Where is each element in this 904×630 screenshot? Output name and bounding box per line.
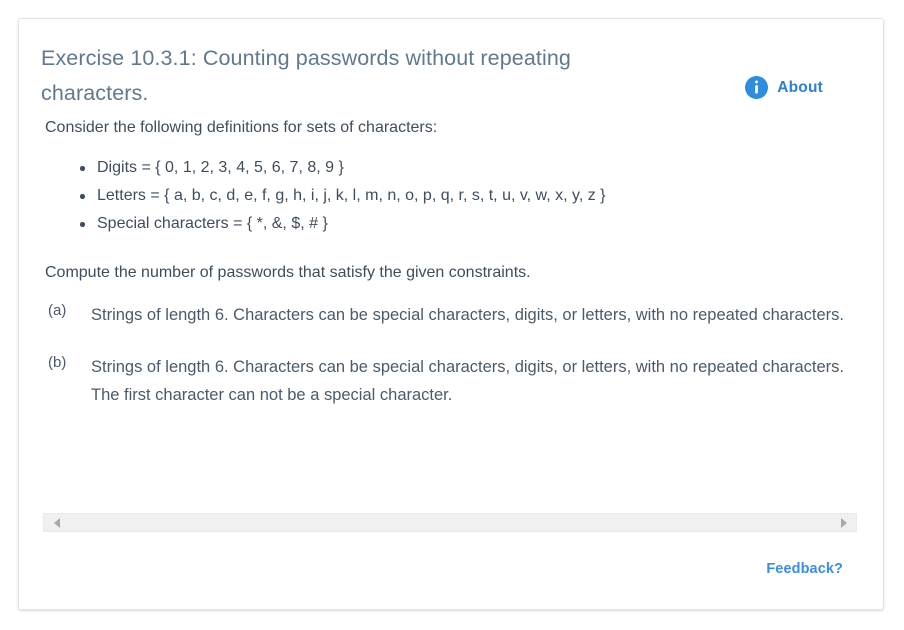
- scroll-left-arrow-icon[interactable]: [48, 514, 65, 531]
- about-button[interactable]: About: [745, 76, 823, 99]
- card-header: Exercise 10.3.1: Counting passwords with…: [41, 41, 857, 111]
- part-label-b: (b): [48, 354, 67, 371]
- exercise-card: Exercise 10.3.1: Counting passwords with…: [18, 18, 884, 610]
- part-label-a: (a): [48, 302, 67, 319]
- page-title: Exercise 10.3.1: Counting passwords with…: [41, 46, 571, 105]
- list-item: Digits = { 0, 1, 2, 3, 4, 5, 6, 7, 8, 9 …: [80, 154, 857, 182]
- horizontal-scrollbar[interactable]: [43, 513, 857, 532]
- definitions-list: Digits = { 0, 1, 2, 3, 4, 5, 6, 7, 8, 9 …: [45, 154, 857, 238]
- exercise-part-a: (a) Strings of length 6. Characters can …: [45, 301, 857, 329]
- part-text-a: Strings of length 6. Characters can be s…: [91, 306, 844, 324]
- info-circle-icon: [745, 76, 769, 99]
- instruction-text: Compute the number of passwords that sat…: [45, 264, 531, 281]
- scroll-right-arrow-icon[interactable]: [835, 514, 852, 531]
- intro-text: Consider the following definitions for s…: [45, 119, 438, 136]
- exercise-body: Consider the following definitions for s…: [41, 116, 857, 409]
- part-text-b: Strings of length 6. Characters can be s…: [91, 358, 844, 404]
- parts-container: (a) Strings of length 6. Characters can …: [45, 301, 857, 409]
- feedback-link[interactable]: Feedback?: [766, 561, 843, 577]
- about-label: About: [777, 78, 823, 96]
- list-item: Letters = { a, b, c, d, e, f, g, h, i, j…: [80, 182, 857, 210]
- card-inner: Exercise 10.3.1: Counting passwords with…: [19, 19, 883, 609]
- list-item: Special characters = { *, &, $, # }: [80, 210, 857, 238]
- exercise-part-b: (b) Strings of length 6. Characters can …: [45, 353, 857, 409]
